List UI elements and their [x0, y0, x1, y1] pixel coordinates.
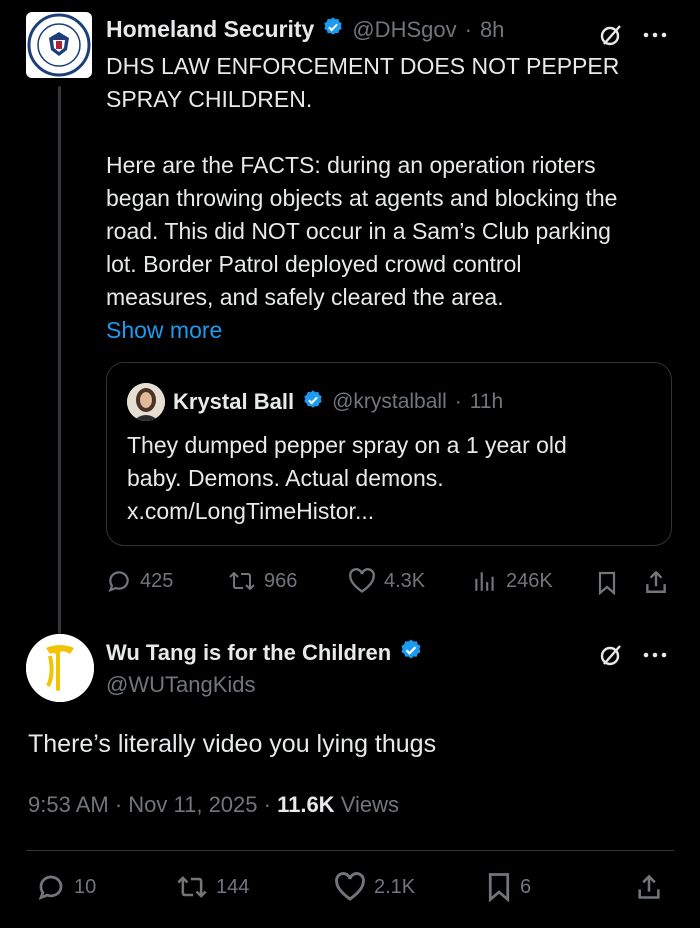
- repost-icon: [177, 876, 207, 898]
- more-options-icon[interactable]: [640, 20, 670, 50]
- views-chart-icon: [475, 572, 494, 591]
- wutang-avatar[interactable]: [26, 634, 94, 702]
- tweet-text-line: began throwing objects at agents and blo…: [106, 185, 618, 211]
- divider: [26, 850, 674, 851]
- like-button[interactable]: 4.3K: [348, 568, 425, 594]
- thread-line: [58, 86, 61, 634]
- views-button[interactable]: 246K: [472, 568, 553, 594]
- grok-icon[interactable]: [596, 640, 626, 670]
- tweet-text-line: Here are the FACTS: during an operation …: [106, 152, 596, 178]
- repost-count: 966: [264, 569, 298, 592]
- like-count: 2.1K: [374, 875, 416, 898]
- share-icon[interactable]: [642, 568, 670, 596]
- separator-dot: ·: [464, 16, 472, 42]
- quoted-text: They dumped pepper spray on a 1 year old…: [127, 429, 647, 528]
- grok-icon[interactable]: [596, 20, 626, 50]
- author-handle[interactable]: @DHSgov: [352, 17, 456, 43]
- tweet-text-line: road. This did NOT occur in a Sam’s Club…: [106, 218, 611, 244]
- tweet-text: DHS LAW ENFORCEMENT DOES NOT PEPPER SPRA…: [106, 50, 676, 347]
- views-count: 246K: [506, 569, 553, 592]
- reply-icon: [38, 875, 63, 901]
- reply-button[interactable]: 425: [106, 568, 173, 594]
- reply-button[interactable]: 10: [36, 872, 96, 902]
- dhs-avatar[interactable]: [26, 12, 92, 78]
- quoted-tweet[interactable]: Krystal Ball @krystalball · 11h They dum…: [106, 362, 672, 546]
- bookmark-button[interactable]: 6: [486, 872, 531, 902]
- reply-count: 425: [140, 569, 174, 592]
- bookmark-icon: [488, 873, 510, 902]
- tweet-text-line: SPRAY CHILDREN.: [106, 86, 313, 112]
- reply-views-label: Views: [340, 792, 399, 817]
- repost-icon: [229, 571, 255, 591]
- reply-header: Wu Tang is for the Children: [106, 638, 423, 667]
- quoted-header: Krystal Ball @krystalball · 11h: [127, 383, 503, 421]
- quoted-text-line: baby. Demons. Actual demons.: [127, 465, 444, 491]
- repost-count: 144: [216, 875, 250, 898]
- more-options-icon[interactable]: [640, 640, 670, 670]
- share-icon[interactable]: [634, 872, 664, 902]
- heart-icon: [349, 568, 375, 593]
- reply-meta: 9:53 AM · Nov 11, 2025 · 11.6K Views: [28, 792, 399, 818]
- author-name[interactable]: Homeland Security: [106, 16, 314, 43]
- tweet-text-line: lot. Border Patrol deployed crowd contro…: [106, 251, 522, 277]
- reply-text: There’s literally video you lying thugs: [28, 730, 437, 758]
- reply-author-name[interactable]: Wu Tang is for the Children: [106, 640, 391, 666]
- verified-badge-icon: [322, 16, 344, 43]
- reply-count: 10: [74, 875, 97, 898]
- reply-timestamp[interactable]: 9:53 AM · Nov 11, 2025 ·: [28, 792, 271, 817]
- quoted-author-name: Krystal Ball: [173, 389, 295, 414]
- quoted-link[interactable]: x.com/LongTimeHistor...: [127, 495, 647, 528]
- tweet-text-line: DHS LAW ENFORCEMENT DOES NOT PEPPER: [106, 53, 620, 79]
- like-button[interactable]: 2.1K: [334, 872, 415, 902]
- repost-button[interactable]: 144: [176, 872, 249, 902]
- reply-handle[interactable]: @WUTangKids: [106, 672, 256, 698]
- repost-button[interactable]: 966: [228, 568, 297, 594]
- quoted-time: 11h: [469, 390, 504, 413]
- quoted-text-line: They dumped pepper spray on a 1 year old: [127, 432, 567, 458]
- bookmark-icon[interactable]: [594, 570, 620, 596]
- verified-badge-icon: [302, 389, 324, 416]
- tweet-text-line: measures, and safely cleared the area.: [106, 284, 504, 310]
- quoted-handle: @krystalball: [332, 390, 447, 413]
- show-more-link[interactable]: Show more: [106, 314, 676, 347]
- like-count: 4.3K: [384, 569, 426, 592]
- tweet-time[interactable]: 8h: [480, 17, 504, 43]
- heart-icon: [335, 872, 365, 901]
- verified-badge-icon: [399, 638, 423, 667]
- reply-icon: [108, 571, 129, 593]
- krystal-ball-avatar[interactable]: [127, 383, 165, 421]
- bookmark-count: 6: [520, 875, 532, 898]
- tweet-text-line: [106, 116, 676, 149]
- tweet-header: Homeland Security @DHSgov · 8h: [106, 16, 504, 43]
- separator-dot: ·: [454, 390, 462, 413]
- reply-views-count: 11.6K: [277, 792, 335, 817]
